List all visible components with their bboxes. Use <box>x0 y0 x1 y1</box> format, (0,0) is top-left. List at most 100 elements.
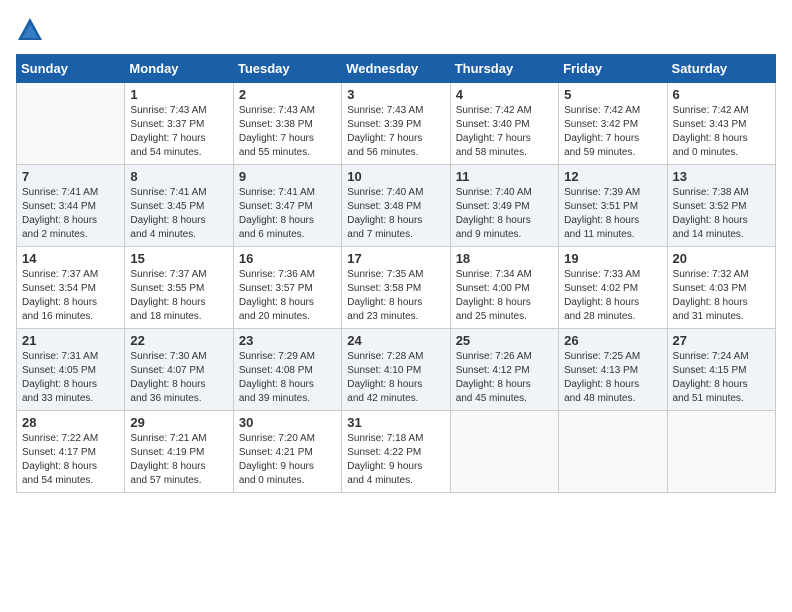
day-info: Sunrise: 7:26 AM Sunset: 4:12 PM Dayligh… <box>456 350 553 406</box>
day-number: 13 <box>673 169 770 184</box>
day-info: Sunrise: 7:32 AM Sunset: 4:03 PM Dayligh… <box>673 268 770 324</box>
calendar-cell: 23 Sunrise: 7:29 AM Sunset: 4:08 PM Dayli… <box>233 329 341 411</box>
day-info: Sunrise: 7:24 AM Sunset: 4:15 PM Dayligh… <box>673 350 770 406</box>
day-number: 8 <box>130 169 227 184</box>
day-info: Sunrise: 7:43 AM Sunset: 3:38 PM Dayligh… <box>239 104 336 160</box>
weekday-header-wednesday: Wednesday <box>342 55 450 83</box>
day-info: Sunrise: 7:34 AM Sunset: 4:00 PM Dayligh… <box>456 268 553 324</box>
day-number: 9 <box>239 169 336 184</box>
calendar-cell: 30 Sunrise: 7:20 AM Sunset: 4:21 PM Dayli… <box>233 411 341 493</box>
weekday-header-saturday: Saturday <box>667 55 775 83</box>
day-number: 4 <box>456 87 553 102</box>
day-info: Sunrise: 7:33 AM Sunset: 4:02 PM Dayligh… <box>564 268 661 324</box>
day-number: 10 <box>347 169 444 184</box>
calendar-cell: 12 Sunrise: 7:39 AM Sunset: 3:51 PM Dayli… <box>559 165 667 247</box>
day-number: 12 <box>564 169 661 184</box>
calendar-cell: 19 Sunrise: 7:33 AM Sunset: 4:02 PM Dayli… <box>559 247 667 329</box>
day-info: Sunrise: 7:38 AM Sunset: 3:52 PM Dayligh… <box>673 186 770 242</box>
day-info: Sunrise: 7:41 AM Sunset: 3:45 PM Dayligh… <box>130 186 227 242</box>
day-info: Sunrise: 7:20 AM Sunset: 4:21 PM Dayligh… <box>239 432 336 488</box>
calendar-cell: 5Sunrise: 7:42 AM Sunset: 3:42 PM Daylig… <box>559 83 667 165</box>
calendar-cell: 14Sunrise: 7:37 AM Sunset: 3:54 PM Dayli… <box>17 247 125 329</box>
day-info: Sunrise: 7:31 AM Sunset: 4:05 PM Dayligh… <box>22 350 119 406</box>
weekday-header-tuesday: Tuesday <box>233 55 341 83</box>
day-number: 26 <box>564 333 661 348</box>
day-info: Sunrise: 7:43 AM Sunset: 3:37 PM Dayligh… <box>130 104 227 160</box>
calendar-cell: 25 Sunrise: 7:26 AM Sunset: 4:12 PM Dayli… <box>450 329 558 411</box>
day-number: 18 <box>456 251 553 266</box>
calendar-cell: 27 Sunrise: 7:24 AM Sunset: 4:15 PM Dayli… <box>667 329 775 411</box>
day-number: 24 <box>347 333 444 348</box>
week-row-4: 21 Sunrise: 7:31 AM Sunset: 4:05 PM Dayli… <box>17 329 776 411</box>
calendar-container: SundayMondayTuesdayWednesdayThursdayFrid… <box>0 0 792 501</box>
day-number: 17 <box>347 251 444 266</box>
day-info: Sunrise: 7:43 AM Sunset: 3:39 PM Dayligh… <box>347 104 444 160</box>
day-info: Sunrise: 7:21 AM Sunset: 4:19 PM Dayligh… <box>130 432 227 488</box>
day-number: 23 <box>239 333 336 348</box>
calendar-cell: 21 Sunrise: 7:31 AM Sunset: 4:05 PM Dayli… <box>17 329 125 411</box>
day-number: 27 <box>673 333 770 348</box>
day-info: Sunrise: 7:30 AM Sunset: 4:07 PM Dayligh… <box>130 350 227 406</box>
calendar-cell <box>450 411 558 493</box>
calendar-cell <box>17 83 125 165</box>
day-info: Sunrise: 7:18 AM Sunset: 4:22 PM Dayligh… <box>347 432 444 488</box>
calendar-cell: 6Sunrise: 7:42 AM Sunset: 3:43 PM Daylig… <box>667 83 775 165</box>
day-number: 7 <box>22 169 119 184</box>
calendar-body: 1 Sunrise: 7:43 AM Sunset: 3:37 PM Daylig… <box>17 83 776 493</box>
weekday-header-monday: Monday <box>125 55 233 83</box>
day-number: 20 <box>673 251 770 266</box>
day-number: 30 <box>239 415 336 430</box>
logo <box>16 16 48 44</box>
calendar-cell: 20 Sunrise: 7:32 AM Sunset: 4:03 PM Dayli… <box>667 247 775 329</box>
day-number: 25 <box>456 333 553 348</box>
day-number: 16 <box>239 251 336 266</box>
day-info: Sunrise: 7:37 AM Sunset: 3:55 PM Dayligh… <box>130 268 227 324</box>
calendar-cell: 29 Sunrise: 7:21 AM Sunset: 4:19 PM Dayli… <box>125 411 233 493</box>
day-number: 29 <box>130 415 227 430</box>
calendar-cell <box>667 411 775 493</box>
day-info: Sunrise: 7:29 AM Sunset: 4:08 PM Dayligh… <box>239 350 336 406</box>
calendar-cell: 8 Sunrise: 7:41 AM Sunset: 3:45 PM Daylig… <box>125 165 233 247</box>
day-info: Sunrise: 7:40 AM Sunset: 3:48 PM Dayligh… <box>347 186 444 242</box>
day-info: Sunrise: 7:41 AM Sunset: 3:44 PM Dayligh… <box>22 186 119 242</box>
day-info: Sunrise: 7:36 AM Sunset: 3:57 PM Dayligh… <box>239 268 336 324</box>
day-number: 28 <box>22 415 119 430</box>
day-number: 3 <box>347 87 444 102</box>
calendar-cell: 2 Sunrise: 7:43 AM Sunset: 3:38 PM Daylig… <box>233 83 341 165</box>
day-info: Sunrise: 7:37 AM Sunset: 3:54 PM Dayligh… <box>22 268 119 324</box>
calendar-cell: 26 Sunrise: 7:25 AM Sunset: 4:13 PM Dayli… <box>559 329 667 411</box>
calendar-cell: 28 Sunrise: 7:22 AM Sunset: 4:17 PM Dayli… <box>17 411 125 493</box>
day-number: 21 <box>22 333 119 348</box>
day-number: 6 <box>673 87 770 102</box>
calendar-cell: 7 Sunrise: 7:41 AM Sunset: 3:44 PM Daylig… <box>17 165 125 247</box>
calendar-cell: 13 Sunrise: 7:38 AM Sunset: 3:52 PM Dayli… <box>667 165 775 247</box>
week-row-1: 1 Sunrise: 7:43 AM Sunset: 3:37 PM Daylig… <box>17 83 776 165</box>
calendar-table: SundayMondayTuesdayWednesdayThursdayFrid… <box>16 54 776 493</box>
day-number: 31 <box>347 415 444 430</box>
day-number: 19 <box>564 251 661 266</box>
week-row-5: 28 Sunrise: 7:22 AM Sunset: 4:17 PM Dayli… <box>17 411 776 493</box>
day-number: 2 <box>239 87 336 102</box>
day-number: 22 <box>130 333 227 348</box>
calendar-cell: 3 Sunrise: 7:43 AM Sunset: 3:39 PM Daylig… <box>342 83 450 165</box>
day-info: Sunrise: 7:39 AM Sunset: 3:51 PM Dayligh… <box>564 186 661 242</box>
calendar-cell: 16 Sunrise: 7:36 AM Sunset: 3:57 PM Dayli… <box>233 247 341 329</box>
calendar-cell: 11Sunrise: 7:40 AM Sunset: 3:49 PM Dayli… <box>450 165 558 247</box>
day-info: Sunrise: 7:22 AM Sunset: 4:17 PM Dayligh… <box>22 432 119 488</box>
day-number: 15 <box>130 251 227 266</box>
calendar-cell: 4 Sunrise: 7:42 AM Sunset: 3:40 PM Daylig… <box>450 83 558 165</box>
calendar-cell: 15 Sunrise: 7:37 AM Sunset: 3:55 PM Dayli… <box>125 247 233 329</box>
calendar-cell: 9Sunrise: 7:41 AM Sunset: 3:47 PM Daylig… <box>233 165 341 247</box>
header-row <box>16 16 776 44</box>
day-info: Sunrise: 7:42 AM Sunset: 3:40 PM Dayligh… <box>456 104 553 160</box>
day-info: Sunrise: 7:35 AM Sunset: 3:58 PM Dayligh… <box>347 268 444 324</box>
day-info: Sunrise: 7:42 AM Sunset: 3:42 PM Dayligh… <box>564 104 661 160</box>
day-info: Sunrise: 7:25 AM Sunset: 4:13 PM Dayligh… <box>564 350 661 406</box>
weekday-header-sunday: Sunday <box>17 55 125 83</box>
calendar-cell: 18 Sunrise: 7:34 AM Sunset: 4:00 PM Dayli… <box>450 247 558 329</box>
week-row-2: 7 Sunrise: 7:41 AM Sunset: 3:44 PM Daylig… <box>17 165 776 247</box>
calendar-cell: 10 Sunrise: 7:40 AM Sunset: 3:48 PM Dayli… <box>342 165 450 247</box>
day-number: 1 <box>130 87 227 102</box>
calendar-cell: 17 Sunrise: 7:35 AM Sunset: 3:58 PM Dayli… <box>342 247 450 329</box>
calendar-cell: 31 Sunrise: 7:18 AM Sunset: 4:22 PM Dayli… <box>342 411 450 493</box>
